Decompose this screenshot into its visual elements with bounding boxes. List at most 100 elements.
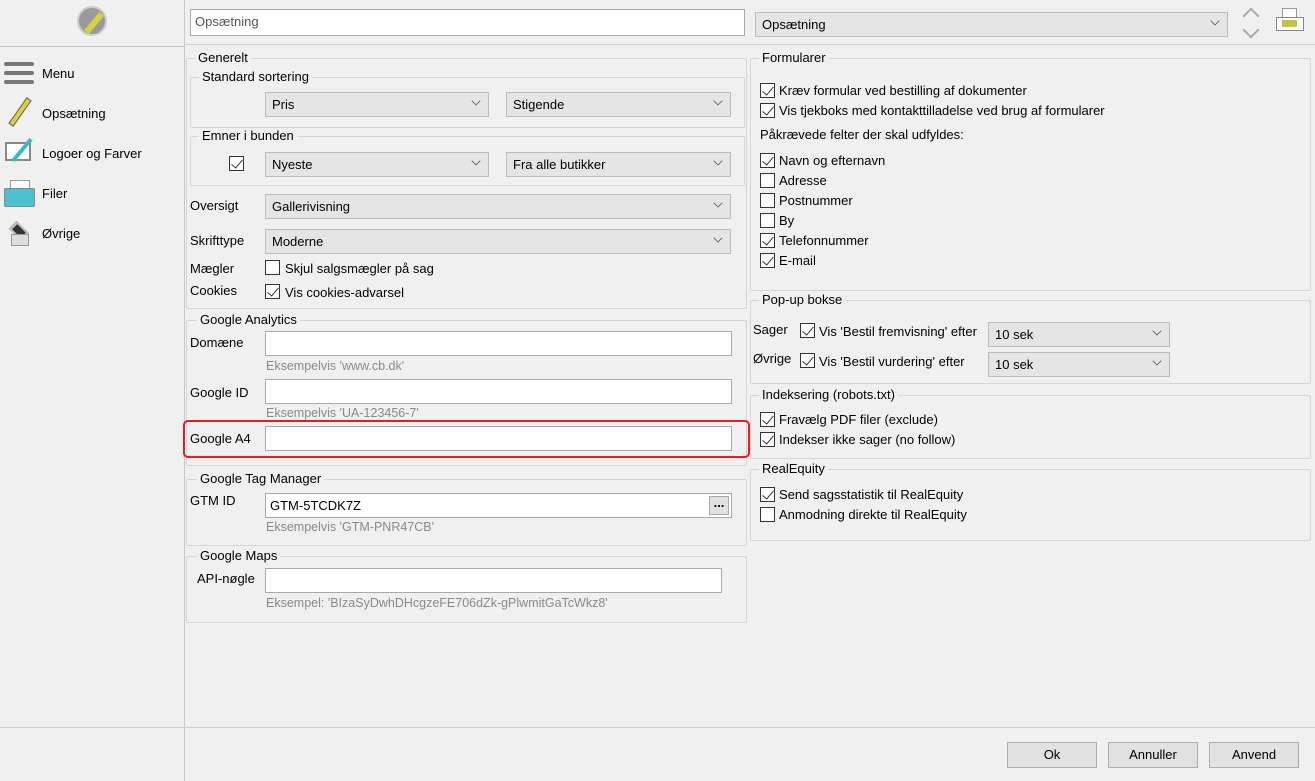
checkbox-label: Kræv formular ved bestilling af dokument… (779, 83, 1027, 98)
checkbox-label: Anmodning direkte til RealEquity (779, 507, 967, 522)
group-title: RealEquity (759, 461, 828, 476)
ovrige-delay-select[interactable]: 10 sek (988, 352, 1170, 377)
emner-checkbox[interactable] (229, 156, 244, 171)
chevron-down-icon (1152, 326, 1162, 336)
gtm-hint: Eksempelvis 'GTM-PNR47CB' (266, 520, 434, 534)
cookies-label: Cookies (190, 283, 237, 298)
checkbox-label: Telefonnummer (779, 233, 869, 248)
divider (0, 46, 184, 47)
select-value: Moderne (272, 234, 324, 249)
chevron-down-icon[interactable] (1242, 21, 1260, 39)
checkbox-label: Navn og efternavn (779, 153, 886, 168)
chevron-down-icon (713, 156, 723, 166)
checkbox-label: Vis 'Bestil vurdering' efter (819, 354, 965, 369)
box-icon (4, 218, 40, 248)
sidebar-item-label: Menu (42, 65, 75, 81)
required-field-checkbox[interactable] (760, 233, 775, 248)
indeksering-option-checkbox[interactable] (760, 432, 775, 447)
skrifttype-select[interactable]: Moderne (265, 229, 731, 254)
cancel-button[interactable]: Annuller (1108, 742, 1198, 768)
chevron-down-icon (1210, 16, 1220, 26)
page-select-value: Opsætning (762, 17, 826, 32)
checkbox-label: Vis tjekboks med kontakttilladelse ved b… (779, 103, 1105, 118)
required-field-checkbox[interactable] (760, 253, 775, 268)
required-field-checkbox[interactable] (760, 153, 775, 168)
select-value: Pris (272, 97, 295, 112)
group-title: Google Analytics (197, 312, 300, 327)
skjul-maegler-checkbox[interactable] (265, 260, 280, 275)
google-id-input[interactable] (265, 379, 732, 404)
sidebar-item-opsaetning[interactable]: Opsætning (0, 94, 184, 132)
monitor-pen-icon (4, 137, 40, 168)
domaene-input[interactable] (265, 331, 732, 356)
browse-button[interactable]: ... (709, 496, 729, 515)
form-option-checkbox[interactable] (760, 83, 775, 98)
page-select[interactable]: Opsætning (755, 12, 1228, 37)
select-value: 10 sek (995, 357, 1034, 372)
sager-checkbox[interactable] (800, 323, 815, 338)
gtm-id-label: GTM ID (190, 493, 236, 508)
form-option-checkbox[interactable] (760, 103, 775, 118)
domaene-label: Domæne (190, 335, 244, 350)
realequity-option-checkbox[interactable] (760, 507, 775, 522)
google-id-hint: Eksempelvis 'UA-123456-7' (266, 406, 419, 420)
apply-button[interactable]: Anvend (1209, 742, 1299, 768)
required-field-checkbox[interactable] (760, 193, 775, 208)
sidebar-item-label: Opsætning (42, 105, 106, 121)
checkbox-label: Postnummer (779, 193, 853, 208)
emner-sort-select[interactable]: Nyeste (265, 152, 489, 177)
sidebar-item-filer[interactable]: Filer (0, 174, 184, 212)
google-id-label: Google ID (190, 385, 249, 400)
sidebar: Menu Opsætning Logoer og Farver Filer Øv… (0, 0, 185, 781)
divider (0, 727, 1315, 728)
checkbox-label: By (779, 213, 795, 228)
sidebar-item-label: Logoer og Farver (42, 145, 142, 161)
google-a4-input[interactable] (265, 426, 732, 451)
sidebar-item-logoer[interactable]: Logoer og Farver (0, 134, 184, 172)
print-icon[interactable] (1275, 8, 1305, 36)
checkbox-label: Vis cookies-advarsel (285, 285, 404, 300)
page-title-input[interactable]: Opsætning (190, 9, 745, 36)
gtm-id-input[interactable]: GTM-5TCDK7Z ... (265, 493, 732, 518)
select-value: Stigende (513, 97, 565, 112)
api-key-input[interactable] (265, 568, 722, 593)
sort-field-select[interactable]: Pris (265, 92, 489, 117)
sidebar-item-ovrige[interactable]: Øvrige (0, 214, 184, 252)
select-value: Gallerivisning (272, 199, 351, 214)
group-title: Generelt (195, 50, 251, 65)
domaene-hint: Eksempelvis 'www.cb.dk' (266, 359, 405, 373)
sager-label: Sager (753, 322, 788, 337)
chevron-down-icon (471, 96, 481, 106)
ovrige-label: Øvrige (753, 351, 792, 366)
chevron-down-icon (713, 198, 723, 208)
oversigt-select[interactable]: Gallerivisning (265, 194, 731, 219)
select-value: Fra alle butikker (513, 157, 606, 172)
input-value: GTM-5TCDK7Z (270, 498, 361, 513)
required-field-checkbox[interactable] (760, 173, 775, 188)
cookies-checkbox[interactable] (265, 284, 280, 299)
maegler-label: Mægler (190, 261, 235, 276)
sidebar-item-label: Øvrige (42, 225, 81, 241)
realequity-group: RealEquity (750, 461, 1311, 541)
ok-button[interactable]: Ok (1007, 742, 1097, 768)
realequity-option-checkbox[interactable] (760, 487, 775, 502)
group-title: Google Tag Manager (197, 471, 325, 486)
indeksering-option-checkbox[interactable] (760, 412, 775, 427)
checkbox-label: Skjul salgsmægler på sag (285, 261, 434, 276)
ovrige-checkbox[interactable] (800, 353, 815, 368)
sidebar-item-menu[interactable]: Menu (0, 54, 184, 92)
api-key-hint: Eksempel: 'BIzaSyDwhDHcgzeFE706dZk-gPlwm… (266, 596, 608, 610)
select-value: Nyeste (272, 157, 313, 172)
sager-delay-select[interactable]: 10 sek (988, 322, 1170, 347)
app-logo-icon (77, 6, 107, 36)
hamburger-icon (4, 58, 40, 88)
required-field-checkbox[interactable] (760, 213, 775, 228)
chevron-down-icon (713, 233, 723, 243)
emner-source-select[interactable]: Fra alle butikker (506, 152, 731, 177)
checkbox-label: E-mail (779, 253, 816, 268)
select-value: 10 sek (995, 327, 1034, 342)
sort-order-select[interactable]: Stigende (506, 92, 731, 117)
google-a4-label: Google A4 (190, 431, 251, 446)
skrifttype-label: Skrifttype (190, 233, 245, 248)
checkbox-label: Indekser ikke sager (no follow) (779, 432, 956, 447)
